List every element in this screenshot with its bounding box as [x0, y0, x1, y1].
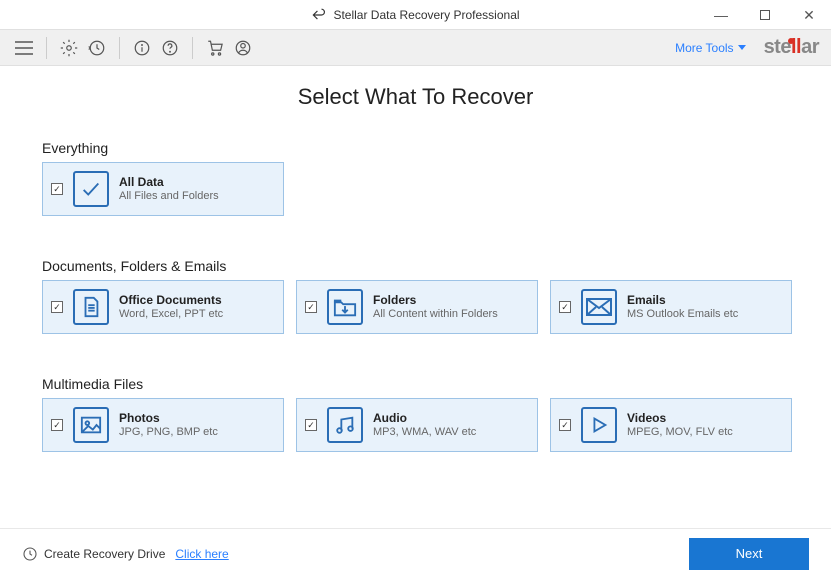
section-label-everything: Everything — [42, 140, 789, 156]
back-icon — [311, 8, 325, 22]
recovery-drive-link[interactable]: Click here — [175, 547, 228, 561]
card-all-data[interactable]: ✓ All DataAll Files and Folders — [42, 162, 284, 216]
card-photos[interactable]: ✓ PhotosJPG, PNG, BMP etc — [42, 398, 284, 452]
checkbox-emails[interactable]: ✓ — [559, 301, 571, 313]
audio-icon — [327, 407, 363, 443]
toolbar: More Tools stellar — [0, 30, 831, 66]
maximize-button[interactable] — [743, 0, 787, 30]
cart-button[interactable] — [203, 36, 227, 60]
history-button[interactable] — [85, 36, 109, 60]
page-title: Select What To Recover — [42, 84, 789, 110]
checkbox-videos[interactable]: ✓ — [559, 419, 571, 431]
user-button[interactable] — [231, 36, 255, 60]
card-emails[interactable]: ✓ EmailsMS Outlook Emails etc — [550, 280, 792, 334]
info-button[interactable] — [130, 36, 154, 60]
brand-logo: stellar — [764, 36, 819, 59]
checkbox-photos[interactable]: ✓ — [51, 419, 63, 431]
more-tools-button[interactable]: More Tools — [675, 41, 745, 55]
document-icon — [73, 289, 109, 325]
titlebar: Stellar Data Recovery Professional — ✕ — [0, 0, 831, 30]
checkbox-all-data[interactable]: ✓ — [51, 183, 63, 195]
next-button[interactable]: Next — [689, 538, 809, 570]
recovery-drive-icon — [22, 546, 38, 562]
footer: Create Recovery Drive Click here Next — [0, 528, 831, 578]
folder-icon — [327, 289, 363, 325]
settings-button[interactable] — [57, 36, 81, 60]
email-icon — [581, 289, 617, 325]
checkbox-folders[interactable]: ✓ — [305, 301, 317, 313]
minimize-button[interactable]: — — [699, 0, 743, 30]
close-button[interactable]: ✕ — [787, 0, 831, 30]
section-label-documents: Documents, Folders & Emails — [42, 258, 789, 274]
card-folders[interactable]: ✓ FoldersAll Content within Folders — [296, 280, 538, 334]
menu-button[interactable] — [12, 36, 36, 60]
chevron-down-icon — [738, 45, 746, 50]
window-title: Stellar Data Recovery Professional — [333, 8, 519, 22]
photo-icon — [73, 407, 109, 443]
check-icon — [73, 171, 109, 207]
recovery-drive-label: Create Recovery Drive — [44, 547, 165, 561]
checkbox-office-documents[interactable]: ✓ — [51, 301, 63, 313]
checkbox-audio[interactable]: ✓ — [305, 419, 317, 431]
video-icon — [581, 407, 617, 443]
card-videos[interactable]: ✓ VideosMPEG, MOV, FLV etc — [550, 398, 792, 452]
card-audio[interactable]: ✓ AudioMP3, WMA, WAV etc — [296, 398, 538, 452]
help-button[interactable] — [158, 36, 182, 60]
section-label-multimedia: Multimedia Files — [42, 376, 789, 392]
card-office-documents[interactable]: ✓ Office DocumentsWord, Excel, PPT etc — [42, 280, 284, 334]
